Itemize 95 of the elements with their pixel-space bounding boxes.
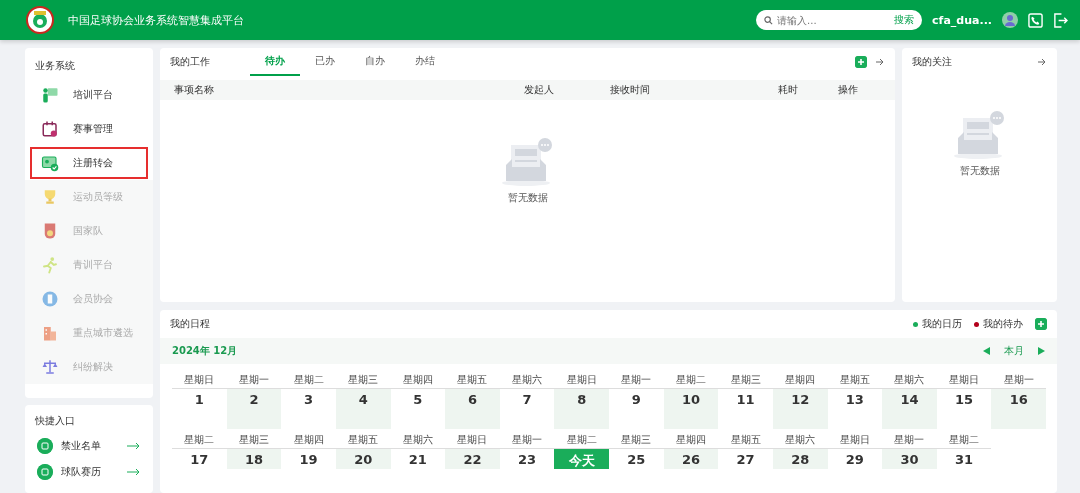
calendar-day[interactable]: 2 [226,389,282,429]
calendar-icon [41,120,59,138]
calendar-day[interactable]: 29 [827,449,883,469]
calendar-day[interactable]: 4 [335,389,391,429]
work-tab[interactable]: 自办 [350,48,400,76]
arrow-icon[interactable] [127,442,141,450]
calendar-day[interactable]: 21 [390,449,446,469]
building-icon [41,324,59,342]
column-header: 事项名称 [174,83,215,97]
legend-label: 我的日历 [922,317,962,331]
calendar-day[interactable]: 28 [772,449,828,469]
weekday-label: 星期二 [281,372,336,389]
column-header: 耗时 [778,83,799,97]
weekday-label: 星期日 [827,432,883,449]
calendar-day[interactable]: 31 [936,449,992,469]
work-tab[interactable]: 办结 [400,48,450,76]
calendar-day[interactable]: 1 [172,389,227,429]
phone-icon[interactable] [1028,12,1043,28]
calendar-day[interactable]: 8 [554,389,609,429]
column-header: 操作 [838,83,859,97]
next-icon[interactable] [1038,347,1045,355]
work-tab[interactable]: 已办 [300,48,350,76]
avatar-icon[interactable] [1002,12,1018,28]
column-header: 接收时间 [610,83,651,97]
calendar-day[interactable]: 6 [445,389,500,429]
weekday-label: 星期四 [281,432,336,449]
logout-icon[interactable] [1053,12,1068,28]
focus-title: 我的关注 [912,55,953,69]
calendar-day[interactable]: 15 [936,389,992,429]
weekday-label: 星期五 [718,432,773,449]
schedule-title: 我的日程 [170,317,211,331]
calendar-day[interactable]: 20 [335,449,391,469]
weekday-label: 星期日 [172,372,227,389]
weekday-label: 星期一 [609,372,664,389]
empty-text: 暂无数据 [959,164,1000,178]
calendar-day[interactable]: 25 [609,449,664,469]
month-label: 2024年 12月 [172,344,239,358]
weekday-label: 星期一 [499,432,555,449]
weekday-label: 星期三 [609,432,664,449]
id-card-icon [41,154,59,172]
legend-label: 我的待办 [983,317,1023,331]
weekday-label: 星期五 [827,372,883,389]
weekday-label: 星期三 [718,372,773,389]
search-icon [764,15,774,25]
calendar-day[interactable]: 30 [882,449,937,469]
calendar-day[interactable]: 16 [991,389,1046,429]
weekday-label: 星期二 [936,432,992,449]
search-button[interactable]: 搜索 [894,13,915,27]
sidebar-item[interactable]: 培训平台 [25,78,153,112]
add-icon[interactable] [855,56,867,68]
scales-icon [41,358,59,376]
platform-title: 中国足球协会业务系统智慧集成平台 [68,12,245,28]
calendar-day[interactable]: 17 [172,449,227,469]
calendar-day[interactable]: 5 [390,389,446,429]
arrow-icon[interactable] [1037,57,1047,67]
work-title: 我的工作 [170,55,211,69]
search-field[interactable]: 请输入... 搜索 [756,10,923,30]
calendar-day[interactable]: 3 [281,389,336,429]
arrow-icon[interactable] [127,468,141,476]
calendar-day[interactable]: 22 [445,449,500,469]
calendar-day[interactable]: 13 [827,389,883,429]
emblem-logo [26,6,54,34]
circle-icon [37,438,53,454]
weekday-label: 星期六 [390,432,446,449]
add-icon[interactable] [1035,318,1047,330]
calendar-day[interactable]: 7 [499,389,555,429]
weekday-label: 星期六 [499,372,555,389]
arrow-icon[interactable] [875,57,885,67]
current-month-button[interactable]: 本月 [1004,344,1024,358]
empty-text: 暂无数据 [507,191,548,205]
runner-icon [41,256,59,274]
sidebar-title: 业务系统 [34,59,76,73]
calendar-day[interactable]: 26 [663,449,719,469]
quick-link[interactable]: 禁业名单 [61,439,119,453]
calendar-day[interactable]: 12 [772,389,828,429]
weekday-label: 星期日 [936,372,992,389]
previous-icon[interactable] [983,347,990,355]
sidebar-item[interactable]: 赛事管理 [25,112,153,146]
work-tab[interactable]: 待办 [250,48,300,76]
calendar-day[interactable]: 10 [663,389,719,429]
quick-links-title: 快捷入口 [34,414,76,428]
column-header: 发起人 [524,83,555,97]
circle-icon [37,464,53,480]
trainer-board-icon [41,86,59,104]
calendar-day[interactable]: 27 [718,449,773,469]
calendar-day[interactable]: 11 [718,389,773,429]
calendar-day[interactable]: 23 [499,449,555,469]
calendar-day[interactable]: 19 [281,449,336,469]
weekday-label: 星期二 [172,432,227,449]
sidebar-item[interactable]: 注册转会 [29,146,149,180]
quick-link[interactable]: 球队赛历 [61,465,119,479]
calendar-day[interactable]: 18 [226,449,282,469]
calendar-day[interactable]: 9 [609,389,664,429]
calendar-day[interactable]: 14 [882,389,937,429]
weekday-label: 星期四 [390,372,446,389]
